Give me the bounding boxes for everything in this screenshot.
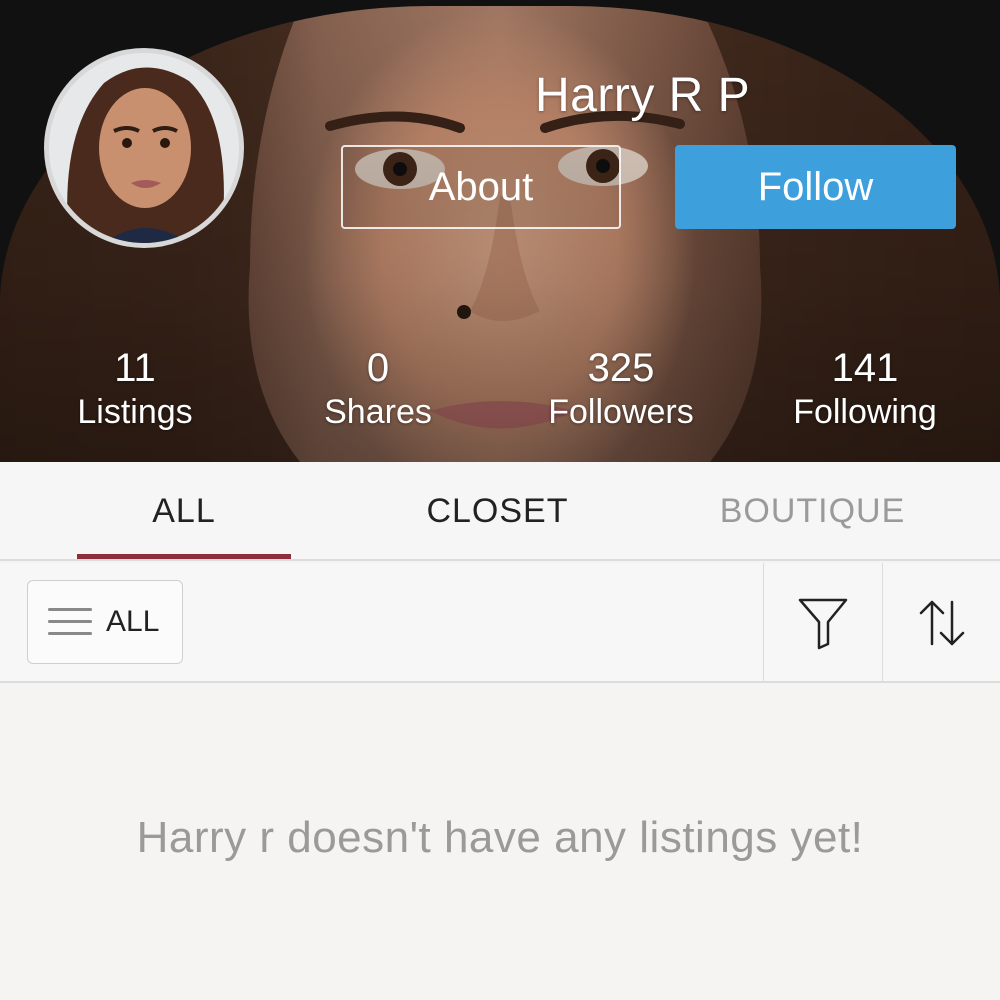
avatar-photo [49, 53, 239, 243]
stat-label: Listings [77, 393, 193, 431]
filter-bar: ALL [0, 563, 1000, 683]
category-label: ALL [106, 605, 160, 638]
listings-empty-state: Harry r doesn't have any listings yet! [0, 685, 1000, 1000]
avatar[interactable] [44, 48, 244, 248]
profile-stats: 11 Listings 0 Shares 325 Followers 141 F… [0, 345, 1000, 445]
filter-button[interactable] [764, 563, 882, 683]
stat-following[interactable]: 141 Following [765, 345, 965, 433]
hamburger-menu-icon [48, 606, 92, 638]
sort-button[interactable] [883, 563, 1000, 683]
about-button[interactable]: About [341, 145, 621, 229]
filter-funnel-icon [798, 598, 848, 650]
profile-header: Harry R P About Follow 11 Listings 0 Sha… [0, 0, 1000, 462]
stat-followers[interactable]: 325 Followers [521, 345, 721, 433]
sort-arrows-icon [919, 600, 964, 646]
stat-value: 325 [587, 346, 655, 390]
profile-name: Harry R P [535, 69, 751, 122]
tab-closet[interactable]: CLOSET [390, 462, 605, 561]
stat-value: 0 [366, 346, 390, 390]
tab-all[interactable]: ALL [77, 462, 291, 561]
active-tab-indicator [77, 554, 291, 559]
closet-tabs: ALL CLOSET BOUTIQUE [0, 462, 1000, 561]
empty-listings-message: Harry r doesn't have any listings yet! [136, 813, 864, 862]
stat-value: 141 [831, 346, 899, 390]
tab-boutique[interactable]: BOUTIQUE [700, 462, 925, 561]
stat-shares[interactable]: 0 Shares [278, 345, 478, 433]
stat-listings[interactable]: 11 Listings [35, 345, 235, 433]
follow-button[interactable]: Follow [675, 145, 956, 229]
category-menu-button[interactable]: ALL [27, 580, 183, 664]
stat-label: Shares [324, 393, 432, 431]
stat-value: 11 [114, 346, 156, 390]
stat-label: Following [793, 393, 937, 431]
stat-label: Followers [548, 393, 694, 431]
